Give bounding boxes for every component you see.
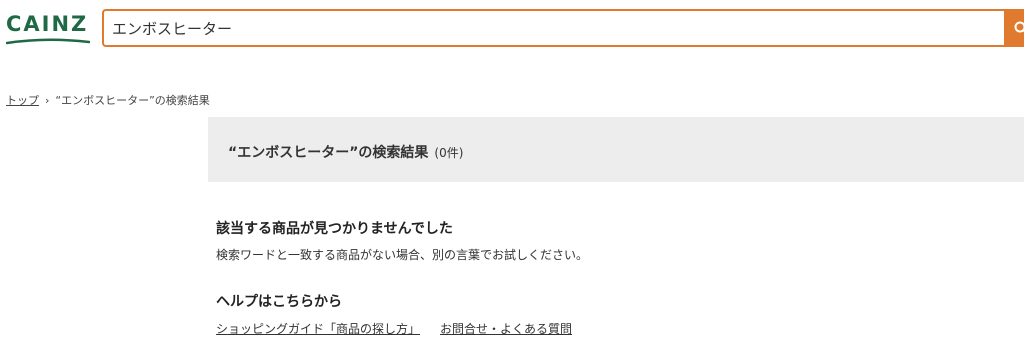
no-results-message: 検索ワードと一致する商品がない場合、別の言葉でお試しください。 bbox=[216, 248, 589, 262]
faq-contact-link[interactable]: お問合せ・よくある質問 bbox=[440, 322, 572, 336]
search-icon bbox=[1014, 21, 1024, 33]
help-heading: ヘルプはこちらから bbox=[216, 294, 342, 310]
search-results-page: CAINZ トップ › “エンボスヒーター”の検索結果 “エンボスヒーター”の検… bbox=[0, 0, 1024, 363]
results-header: “エンボスヒーター”の検索結果 (0件) bbox=[208, 117, 1024, 182]
search-box bbox=[102, 9, 1004, 47]
breadcrumb-current: “エンボスヒーター”の検索結果 bbox=[55, 94, 210, 107]
cainz-logo[interactable]: CAINZ bbox=[6, 12, 90, 46]
shopping-guide-link[interactable]: ショッピングガイド「商品の探し方」 bbox=[216, 322, 420, 336]
logo-text: CAINZ bbox=[6, 12, 89, 36]
help-links: ショッピングガイド「商品の探し方」 お問合せ・よくある質問 bbox=[216, 320, 572, 337]
results-title-text: “エンボスヒーター”の検索結果 bbox=[228, 145, 429, 161]
breadcrumb: トップ › “エンボスヒーター”の検索結果 bbox=[6, 92, 210, 108]
results-count: (0件) bbox=[434, 146, 464, 160]
breadcrumb-home-link[interactable]: トップ bbox=[6, 92, 39, 108]
no-results-heading: 該当する商品が見つかりませんでした bbox=[216, 221, 453, 237]
page-title: “エンボスヒーター”の検索結果 (0件) bbox=[228, 142, 463, 162]
search-input[interactable] bbox=[112, 11, 992, 45]
search-button[interactable] bbox=[1004, 9, 1024, 47]
logo-swoosh-icon bbox=[6, 38, 90, 45]
chevron-right-icon: › bbox=[45, 93, 50, 107]
